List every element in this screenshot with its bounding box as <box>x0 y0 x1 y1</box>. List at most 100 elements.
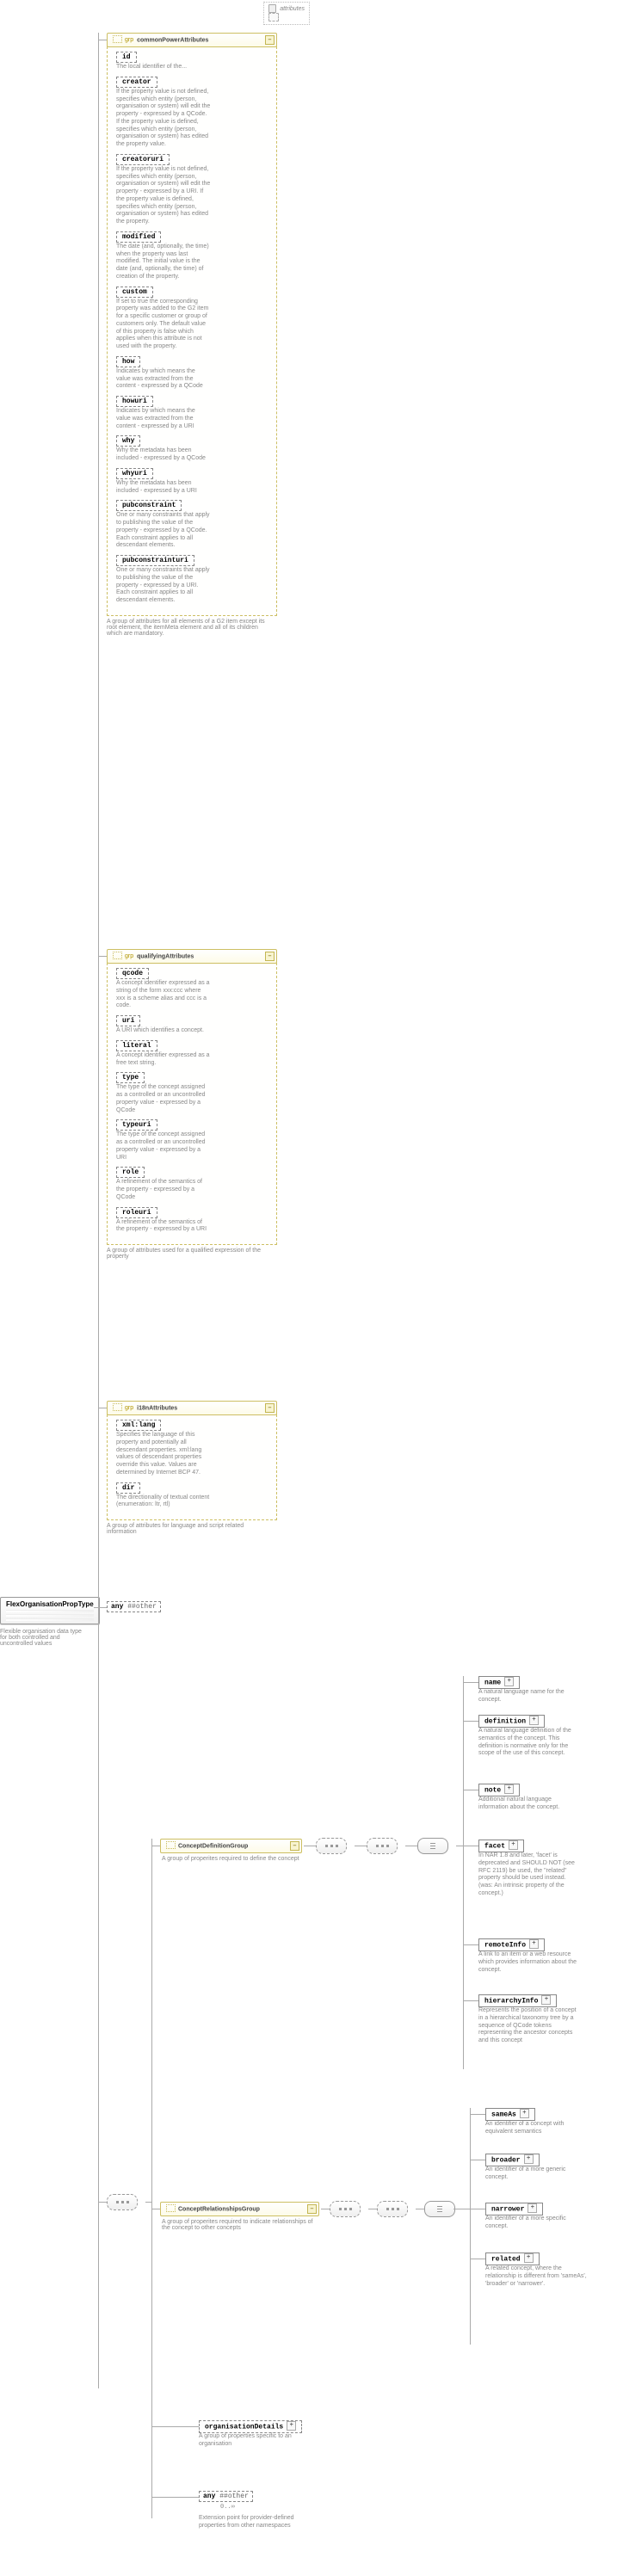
expand-icon[interactable]: + <box>528 2203 537 2213</box>
group-annotation-commonpowerattributes: A group of attributes for all elements o… <box>107 616 266 637</box>
elem-name[interactable]: name+ <box>478 1676 520 1689</box>
connector <box>98 1607 107 1608</box>
elem-organisationdetails-label: organisationDetails <box>205 2424 283 2431</box>
expand-icon[interactable]: + <box>524 2253 534 2263</box>
expand-icon[interactable]: + <box>287 2421 296 2431</box>
expand-icon[interactable]: + <box>504 1677 514 1686</box>
attr-typeuri-name[interactable]: typeuri <box>116 1119 157 1131</box>
collapse-icon[interactable]: – <box>290 1841 299 1851</box>
sequence-compositor-crg[interactable]: – 0..∞ <box>377 2201 408 2217</box>
group-header-conceptrelationshipsgroup[interactable]: ConceptRelationshipsGroup – <box>160 2202 319 2216</box>
sequence-compositor-cdg[interactable]: – 0..∞ <box>367 1838 398 1854</box>
elem-note[interactable]: note+ <box>478 1784 520 1796</box>
attr-id-name[interactable]: id <box>116 52 137 63</box>
choice-compositor-crg[interactable]: – <box>424 2201 455 2217</box>
collapse-icon[interactable]: – <box>265 952 275 961</box>
attr-literal: literal A concept identifier expressed a… <box>116 1040 271 1068</box>
any-element-desc: Extension point for provider-defined pro… <box>199 2515 319 2530</box>
elem-hierarchyinfo[interactable]: hierarchyInfo+ <box>478 1994 557 2007</box>
expand-icon[interactable]: + <box>524 2154 534 2164</box>
attr-pubconstraint-name[interactable]: pubconstraint <box>116 500 182 511</box>
group-header-conceptdefinitiongroup[interactable]: ConceptDefinitionGroup – <box>160 1839 302 1853</box>
connector <box>470 2114 485 2115</box>
any-element-other[interactable]: any ##other <box>199 2491 253 2502</box>
attr-type-name[interactable]: type <box>116 1072 145 1083</box>
group-header-commonpowerattributes[interactable]: grpcommonPowerAttributes – <box>107 33 277 47</box>
group-name: qualifyingAttributes <box>137 953 194 959</box>
collapse-icon[interactable]: – <box>265 35 275 45</box>
expand-icon[interactable]: + <box>509 1840 518 1850</box>
attr-roleuri-name[interactable]: roleuri <box>116 1207 157 1218</box>
group-icon <box>113 35 122 43</box>
connector <box>98 956 107 957</box>
any-attribute-other[interactable]: any ##other <box>107 1601 161 1612</box>
expand-icon[interactable]: + <box>520 2109 529 2118</box>
group-keyword: grp <box>125 953 133 959</box>
elem-definition[interactable]: definition+ <box>478 1715 545 1728</box>
elem-definition-label: definition <box>484 1718 526 1726</box>
group-annotation-conceptrelationshipsgroup: A group of properites required to indica… <box>160 2216 319 2231</box>
group-header-i18nattributes[interactable]: grpi18nAttributes – <box>107 1401 277 1415</box>
group-icon <box>113 952 122 959</box>
expand-icon[interactable]: – <box>137 2197 138 2207</box>
attr-literal-desc: A concept identifier expressed as a free… <box>116 1052 211 1068</box>
expand-icon[interactable]: + <box>529 1939 539 1949</box>
elem-facet[interactable]: facet + <box>478 1840 524 1852</box>
attr-dir-name[interactable]: dir <box>116 1482 140 1494</box>
attr-literal-name[interactable]: literal <box>116 1040 157 1051</box>
attr-modified-desc: The date (and, optionally, the time) whe… <box>116 243 211 281</box>
attr-creatoruri-name[interactable]: creatoruri <box>116 154 170 165</box>
root-type-box[interactable]: FlexOrganisationPropType <box>0 1597 100 1624</box>
expand-icon[interactable]: + <box>529 1716 539 1725</box>
sequence-compositor-root[interactable]: – <box>107 2194 138 2210</box>
sequence-compositor-crg-outer[interactable]: – <box>330 2201 361 2217</box>
attr-modified-name[interactable]: modified <box>116 231 161 243</box>
attr-whyuri-desc: Why the metadata has been included - exp… <box>116 480 211 496</box>
expand-icon[interactable]: – <box>447 1841 448 1851</box>
choice-compositor-cdg[interactable]: – <box>417 1838 448 1854</box>
expand-icon[interactable]: – <box>407 2204 408 2214</box>
expand-icon[interactable]: – <box>397 1841 398 1851</box>
elem-note-desc: Additional natural language information … <box>478 1796 582 1812</box>
attr-why: why Why the metadata has been included -… <box>116 435 271 463</box>
attr-how-name[interactable]: how <box>116 356 140 367</box>
connector <box>98 2202 107 2203</box>
elem-remoteinfo[interactable]: remoteInfo+ <box>478 1938 545 1951</box>
connector <box>463 1682 478 1683</box>
expand-icon[interactable]: – <box>360 2204 361 2214</box>
attr-typeuri-desc: The type of the concept assigned as a co… <box>116 1131 211 1162</box>
attr-creator-name[interactable]: creator <box>116 77 157 88</box>
attr-xmllang-name[interactable]: xml:lang <box>116 1420 161 1431</box>
group-body-commonpowerattributes: id The local identifier of the... creato… <box>107 46 277 616</box>
elem-facet-label: facet <box>484 1843 505 1851</box>
group-conceptdefinitiongroup: ConceptDefinitionGroup – A group of prop… <box>160 1839 302 1862</box>
attr-how-desc: Indicates by which means the value was e… <box>116 368 211 391</box>
any-card: 0..∞ <box>220 2504 235 2511</box>
attr-uri-name[interactable]: uri <box>116 1015 140 1026</box>
expand-icon[interactable]: – <box>346 1841 347 1851</box>
collapse-icon[interactable]: – <box>265 1403 275 1413</box>
expand-icon[interactable]: + <box>541 1995 551 2005</box>
collapse-icon[interactable]: – <box>307 2204 317 2214</box>
attr-whyuri-name[interactable]: whyuri <box>116 468 153 479</box>
attr-why-name[interactable]: why <box>116 435 140 447</box>
group-header-qualifyingattributes[interactable]: grp qualifyingAttributes – <box>107 949 277 964</box>
elem-organisationdetails[interactable]: organisationDetails + <box>199 2420 302 2433</box>
expand-icon[interactable]: + <box>504 1784 514 1794</box>
elem-narrower[interactable]: narrower+ <box>485 2203 543 2215</box>
attr-qcode-name[interactable]: qcode <box>116 968 149 979</box>
elem-name-label: name <box>484 1679 501 1687</box>
attr-howuri-name[interactable]: howuri <box>116 396 153 407</box>
attr-pubconstrainturi-desc: One or many constraints that apply to pu… <box>116 567 211 605</box>
attr-pubconstrainturi-name[interactable]: pubconstrainturi <box>116 555 194 566</box>
attr-role-name[interactable]: role <box>116 1167 145 1178</box>
group-keyword: grp <box>125 1405 133 1411</box>
attr-pubconstrainturi: pubconstrainturi One or many constraints… <box>116 555 271 605</box>
elem-related[interactable]: related+ <box>485 2252 540 2265</box>
attr-custom-name[interactable]: custom <box>116 287 153 298</box>
sequence-compositor-cdg-outer[interactable]: – <box>316 1838 347 1854</box>
legend-solid-label: attributes <box>280 6 305 12</box>
elem-broader[interactable]: broader+ <box>485 2154 540 2166</box>
elem-sameas[interactable]: sameAs+ <box>485 2108 535 2121</box>
attr-type: type The type of the concept assigned as… <box>116 1072 271 1114</box>
